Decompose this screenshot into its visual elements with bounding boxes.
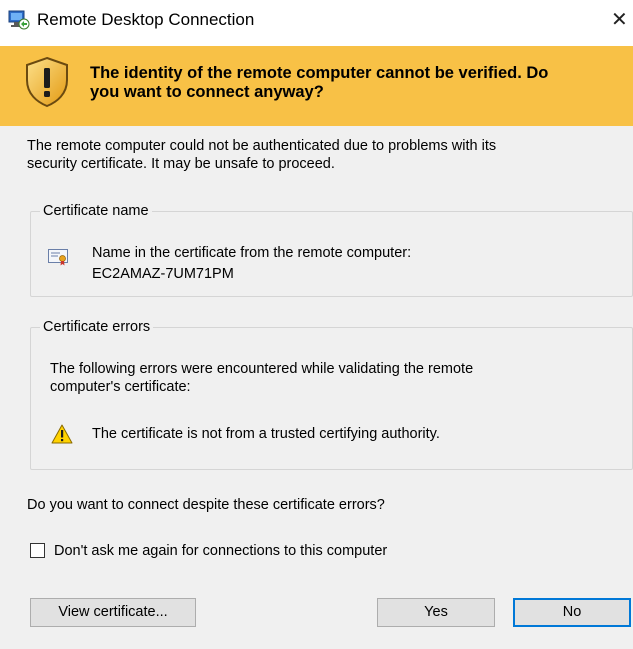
yes-button[interactable]: Yes [377, 598, 495, 627]
intro-text: The remote computer could not be authent… [27, 137, 617, 173]
shield-warning-icon [26, 56, 68, 108]
certificate-errors-intro-line2: computer's certificate: [50, 379, 191, 395]
certificate-errors-intro-line1: The following errors were encountered wh… [50, 361, 474, 377]
certificate-name-label: Name in the certificate from the remote … [92, 245, 412, 261]
close-button[interactable]: ✕ [611, 6, 633, 34]
no-button[interactable]: No [513, 598, 631, 627]
view-certificate-button[interactable]: View certificate... [30, 598, 196, 627]
certificate-error-item: The certificate is not from a trusted ce… [92, 426, 440, 442]
remote-desktop-dialog: Remote Desktop Connection ✕ The identity… [0, 0, 633, 649]
warning-banner: The identity of the remote computer cann… [0, 46, 633, 126]
intro-line2: security certificate. It may be unsafe t… [27, 156, 335, 172]
remote-desktop-icon [8, 10, 30, 30]
banner-heading-line1: The identity of the remote computer cann… [90, 64, 549, 82]
certificate-name-text: Name in the certificate from the remote … [92, 243, 411, 285]
connect-question: Do you want to connect despite these cer… [27, 497, 385, 513]
banner-heading-line2: you want to connect anyway? [90, 83, 324, 101]
warning-icon [51, 424, 73, 444]
dont-ask-checkbox[interactable] [30, 543, 45, 558]
certificate-name-legend: Certificate name [43, 203, 149, 219]
certificate-errors-legend: Certificate errors [43, 319, 151, 335]
certificate-name-group: Certificate name Name in the certificate… [30, 203, 633, 297]
dialog-body: The remote computer could not be authent… [0, 126, 633, 649]
title-bar: Remote Desktop Connection ✕ [0, 0, 633, 44]
window-title: Remote Desktop Connection [37, 10, 255, 29]
banner-heading: The identity of the remote computer cann… [90, 64, 633, 102]
certificate-errors-group: Certificate errors The following errors … [30, 319, 633, 470]
intro-line1: The remote computer could not be authent… [27, 138, 497, 154]
certificate-errors-intro: The following errors were encountered wh… [50, 360, 610, 396]
certificate-name-value: EC2AMAZ-7UM71PM [92, 266, 234, 282]
dont-ask-label[interactable]: Don't ask me again for connections to th… [54, 542, 387, 560]
certificate-icon [48, 249, 68, 266]
